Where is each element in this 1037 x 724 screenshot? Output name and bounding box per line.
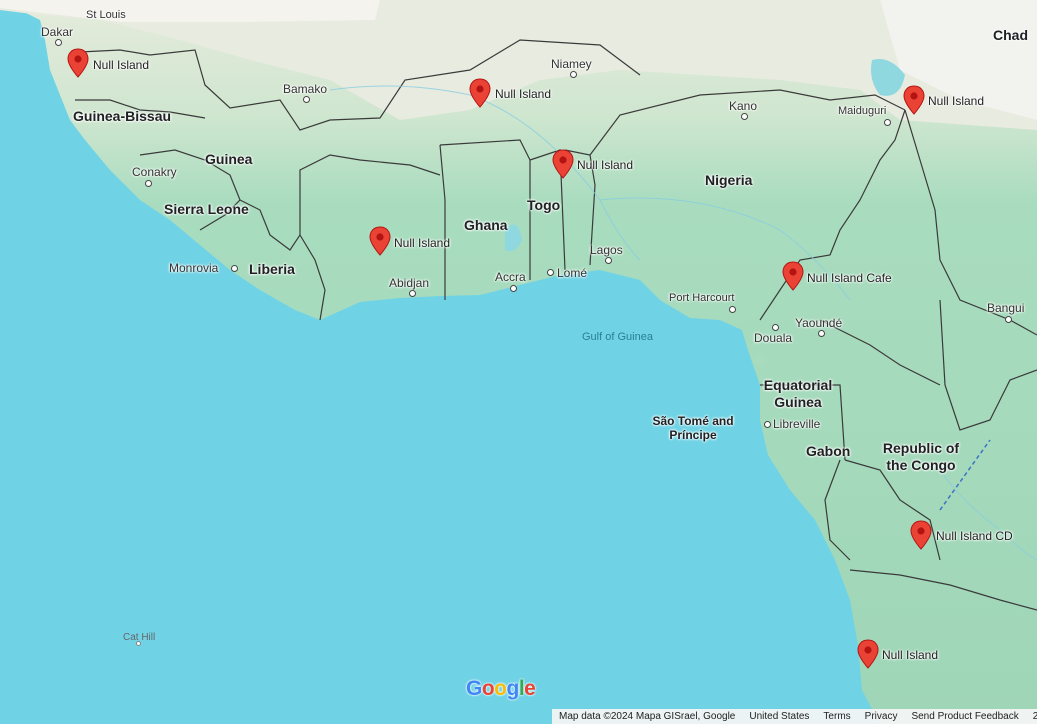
country-label-guinea: Guinea xyxy=(205,151,253,167)
country-label-equatorial-guinea: Equatorial Guinea xyxy=(763,377,833,410)
map-marker-pin[interactable] xyxy=(902,85,926,115)
city-label-kano: Kano xyxy=(729,99,758,113)
marker-label[interactable]: Null Island xyxy=(577,158,633,172)
city-label-bamako: Bamako xyxy=(283,82,328,96)
city-label-accra: Accra xyxy=(495,270,526,284)
privacy-link[interactable]: Privacy xyxy=(858,711,905,722)
city-label-conakry: Conakry xyxy=(132,165,177,179)
city-dot-conakry xyxy=(145,180,152,187)
terms-link[interactable]: Terms xyxy=(816,711,857,722)
city-dot-maiduguri xyxy=(884,119,891,126)
city-label-niamey: Niamey xyxy=(551,57,592,71)
map-canvas[interactable]: Chad Guinea-Bissau Guinea Sierra Leone L… xyxy=(0,0,1037,724)
map-pin-icon xyxy=(903,85,925,115)
map-pin-icon xyxy=(469,78,491,108)
marker-label[interactable]: Null Island xyxy=(882,648,938,662)
map-marker-pin[interactable] xyxy=(781,261,805,291)
city-label-port-harcourt: Port Harcourt xyxy=(669,292,735,304)
city-label-monrovia: Monrovia xyxy=(169,261,219,275)
country-label-chad: Chad xyxy=(993,27,1028,43)
city-dot-libreville xyxy=(764,421,771,428)
map-marker-pin[interactable] xyxy=(856,639,880,669)
city-dot-port-harcourt xyxy=(729,306,736,313)
map-pin-icon xyxy=(552,149,574,179)
city-label-abidjan: Abidjan xyxy=(389,276,430,290)
city-dot-dakar xyxy=(55,39,62,46)
city-label-lome: Lomé xyxy=(557,266,588,280)
water-label-gulf-of-guinea: Gulf of Guinea xyxy=(582,331,653,343)
country-label-republic-of-the-congo: Republic of the Congo xyxy=(882,440,960,473)
map-pin-icon xyxy=(369,226,391,256)
map-marker-pin[interactable] xyxy=(551,149,575,179)
city-dot-douala xyxy=(772,324,779,331)
city-dot-lome xyxy=(547,269,554,276)
map-pin-icon xyxy=(910,520,932,550)
city-label-maiduguri: Maiduguri xyxy=(838,105,887,117)
city-label-libreville: Libreville xyxy=(773,417,821,431)
map-pin-icon xyxy=(857,639,879,669)
google-logo-text: Google xyxy=(466,677,536,700)
country-label-liberia: Liberia xyxy=(249,261,295,277)
marker-label[interactable]: Null Island Cafe xyxy=(807,271,892,285)
city-dot-lagos xyxy=(605,257,612,264)
google-logo[interactable]: Google xyxy=(466,677,536,701)
city-label-bangui: Bangui xyxy=(987,301,1025,315)
country-label-nigeria: Nigeria xyxy=(705,172,753,188)
map-marker-pin[interactable] xyxy=(368,226,392,256)
country-label-togo: Togo xyxy=(527,197,561,213)
city-dot-monrovia xyxy=(231,265,238,272)
country-label-sao-tome: São Tomé and Príncipe xyxy=(652,414,734,442)
marker-label[interactable]: Null Island xyxy=(394,236,450,250)
city-dot-yaounde xyxy=(818,330,825,337)
country-label-ghana: Ghana xyxy=(464,217,508,233)
region-link[interactable]: United States xyxy=(742,711,816,722)
city-label-st-louis: St Louis xyxy=(86,9,126,21)
city-dot-kano xyxy=(741,113,748,120)
attribution-bar: Map data ©2024 Mapa GISrael, Google Unit… xyxy=(552,709,1037,724)
city-dot-abidjan xyxy=(409,290,416,297)
scale-label[interactable]: 20 xyxy=(1026,711,1037,722)
city-label-dakar: Dakar xyxy=(41,25,74,39)
marker-label[interactable]: Null Island xyxy=(93,58,149,72)
city-label-yaounde: Yaoundé xyxy=(795,316,843,330)
map-data-attribution[interactable]: Map data ©2024 Mapa GISrael, Google xyxy=(552,711,742,722)
map-marker-pin[interactable] xyxy=(468,78,492,108)
water-dot-cat-hill xyxy=(136,641,141,646)
country-label-sierra-leone: Sierra Leone xyxy=(164,201,249,217)
city-dot-bamako xyxy=(303,96,310,103)
send-feedback-link[interactable]: Send Product Feedback xyxy=(904,711,1025,722)
map-pin-icon xyxy=(67,48,89,78)
marker-label[interactable]: Null Island CD xyxy=(936,529,1013,543)
bioko-island xyxy=(753,355,767,365)
marker-label[interactable]: Null Island xyxy=(928,94,984,108)
map-pin-icon xyxy=(782,261,804,291)
country-label-guinea-bissau: Guinea-Bissau xyxy=(73,108,172,124)
city-label-douala: Douala xyxy=(754,331,793,345)
city-dot-accra xyxy=(510,285,517,292)
country-label-gabon: Gabon xyxy=(806,443,851,459)
marker-label[interactable]: Null Island xyxy=(495,87,551,101)
map-marker-pin[interactable] xyxy=(909,520,933,550)
city-dot-bangui xyxy=(1005,316,1012,323)
city-label-lagos: Lagos xyxy=(590,243,623,257)
map-marker-pin[interactable] xyxy=(66,48,90,78)
city-dot-niamey xyxy=(570,71,577,78)
